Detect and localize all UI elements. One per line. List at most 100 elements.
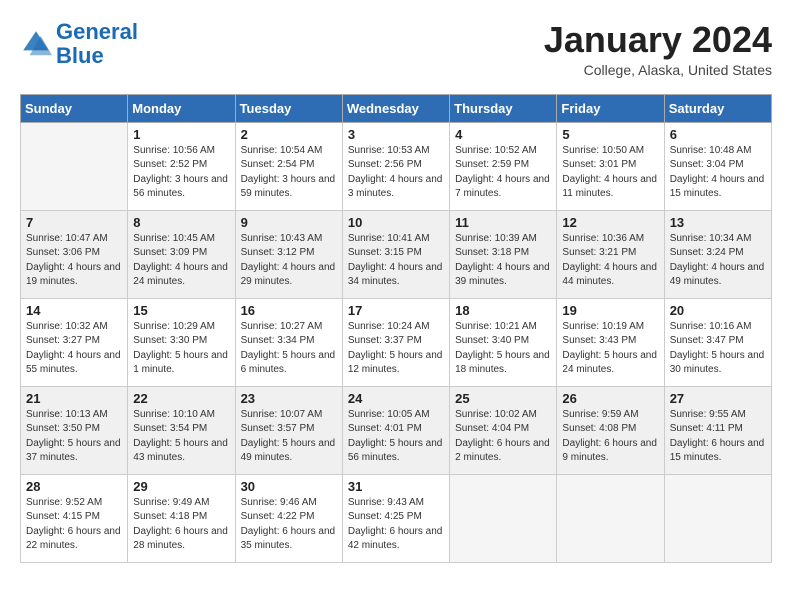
calendar-week-row: 14 Sunrise: 10:32 AMSunset: 3:27 PMDaylig… (21, 298, 772, 386)
weekday-header-monday: Monday (128, 94, 235, 122)
day-info: Sunrise: 10:50 AMSunset: 3:01 PMDaylight… (562, 144, 658, 202)
day-info: Sunrise: 10:13 AMSunset: 3:50 PMDaylight… (26, 408, 122, 466)
calendar-day-cell: 12 Sunrise: 10:36 AMSunset: 3:21 PMDaylig… (557, 210, 664, 298)
calendar-day-cell: 31 Sunrise: 9:43 AMSunset: 4:25 PMDayligh… (342, 474, 449, 562)
calendar-day-cell: 4 Sunrise: 10:52 AMSunset: 2:59 PMDayligh… (450, 122, 557, 210)
day-info: Sunrise: 10:02 AMSunset: 4:04 PMDaylight… (455, 408, 551, 466)
day-number: 7 (26, 215, 122, 230)
logo-icon (20, 28, 52, 60)
weekday-header-wednesday: Wednesday (342, 94, 449, 122)
day-number: 12 (562, 215, 658, 230)
calendar-day-cell: 13 Sunrise: 10:34 AMSunset: 3:24 PMDaylig… (664, 210, 771, 298)
calendar-day-cell: 10 Sunrise: 10:41 AMSunset: 3:15 PMDaylig… (342, 210, 449, 298)
calendar-day-cell: 16 Sunrise: 10:27 AMSunset: 3:34 PMDaylig… (235, 298, 342, 386)
location-subtitle: College, Alaska, United States (544, 62, 772, 78)
day-number: 28 (26, 479, 122, 494)
day-number: 6 (670, 127, 766, 142)
day-info: Sunrise: 9:52 AMSunset: 4:15 PMDaylight:… (26, 496, 122, 554)
day-number: 13 (670, 215, 766, 230)
day-number: 20 (670, 303, 766, 318)
calendar-day-cell: 1 Sunrise: 10:56 AMSunset: 2:52 PMDayligh… (128, 122, 235, 210)
day-info: Sunrise: 10:07 AMSunset: 3:57 PMDaylight… (241, 408, 337, 466)
day-info: Sunrise: 10:48 AMSunset: 3:04 PMDaylight… (670, 144, 766, 202)
day-number: 19 (562, 303, 658, 318)
day-number: 25 (455, 391, 551, 406)
calendar-day-cell: 22Sunrise: 10:10 AMSunset: 3:54 PMDaylig… (128, 386, 235, 474)
calendar-day-cell: 21 Sunrise: 10:13 AMSunset: 3:50 PMDaylig… (21, 386, 128, 474)
calendar-day-cell: 20Sunrise: 10:16 AMSunset: 3:47 PMDaylig… (664, 298, 771, 386)
calendar-week-row: 7Sunrise: 10:47 AMSunset: 3:06 PMDayligh… (21, 210, 772, 298)
logo-blue: Blue (56, 43, 104, 68)
day-number: 3 (348, 127, 444, 142)
day-number: 29 (133, 479, 229, 494)
day-info: Sunrise: 10:43 AMSunset: 3:12 PMDaylight… (241, 232, 337, 290)
weekday-header-row: SundayMondayTuesdayWednesdayThursdayFrid… (21, 94, 772, 122)
day-number: 10 (348, 215, 444, 230)
day-info: Sunrise: 10:24 AMSunset: 3:37 PMDaylight… (348, 320, 444, 378)
calendar-day-cell (21, 122, 128, 210)
calendar-day-cell (664, 474, 771, 562)
logo-text: General Blue (56, 20, 138, 68)
day-number: 27 (670, 391, 766, 406)
calendar-day-cell: 2 Sunrise: 10:54 AMSunset: 2:54 PMDayligh… (235, 122, 342, 210)
day-number: 14 (26, 303, 122, 318)
calendar-day-cell: 15Sunrise: 10:29 AMSunset: 3:30 PMDaylig… (128, 298, 235, 386)
day-number: 11 (455, 215, 551, 230)
calendar-day-cell: 28 Sunrise: 9:52 AMSunset: 4:15 PMDayligh… (21, 474, 128, 562)
calendar-week-row: 28 Sunrise: 9:52 AMSunset: 4:15 PMDayligh… (21, 474, 772, 562)
calendar-week-row: 1 Sunrise: 10:56 AMSunset: 2:52 PMDayligh… (21, 122, 772, 210)
day-number: 9 (241, 215, 337, 230)
calendar-day-cell: 9 Sunrise: 10:43 AMSunset: 3:12 PMDayligh… (235, 210, 342, 298)
day-info: Sunrise: 10:32 AMSunset: 3:27 PMDaylight… (26, 320, 122, 378)
day-info: Sunrise: 10:36 AMSunset: 3:21 PMDaylight… (562, 232, 658, 290)
weekday-header-tuesday: Tuesday (235, 94, 342, 122)
weekday-header-friday: Friday (557, 94, 664, 122)
calendar-day-cell: 24Sunrise: 10:05 AMSunset: 4:01 PMDaylig… (342, 386, 449, 474)
day-info: Sunrise: 10:19 AMSunset: 3:43 PMDaylight… (562, 320, 658, 378)
day-info: Sunrise: 10:21 AMSunset: 3:40 PMDaylight… (455, 320, 551, 378)
day-info: Sunrise: 10:29 AMSunset: 3:30 PMDaylight… (133, 320, 229, 378)
day-number: 1 (133, 127, 229, 142)
calendar-day-cell: 14 Sunrise: 10:32 AMSunset: 3:27 PMDaylig… (21, 298, 128, 386)
calendar-table: SundayMondayTuesdayWednesdayThursdayFrid… (20, 94, 772, 563)
logo: General Blue (20, 20, 138, 68)
day-info: Sunrise: 9:49 AMSunset: 4:18 PMDaylight:… (133, 496, 229, 554)
day-number: 16 (241, 303, 337, 318)
weekday-header-thursday: Thursday (450, 94, 557, 122)
calendar-day-cell: 17 Sunrise: 10:24 AMSunset: 3:37 PMDaylig… (342, 298, 449, 386)
day-info: Sunrise: 10:54 AMSunset: 2:54 PMDaylight… (241, 144, 337, 202)
day-info: Sunrise: 9:46 AMSunset: 4:22 PMDaylight:… (241, 496, 337, 554)
day-info: Sunrise: 10:27 AMSunset: 3:34 PMDaylight… (241, 320, 337, 378)
day-info: Sunrise: 10:10 AMSunset: 3:54 PMDaylight… (133, 408, 229, 466)
day-number: 2 (241, 127, 337, 142)
calendar-day-cell: 5Sunrise: 10:50 AMSunset: 3:01 PMDayligh… (557, 122, 664, 210)
calendar-day-cell (557, 474, 664, 562)
day-number: 17 (348, 303, 444, 318)
day-number: 31 (348, 479, 444, 494)
day-number: 8 (133, 215, 229, 230)
day-number: 21 (26, 391, 122, 406)
day-info: Sunrise: 10:34 AMSunset: 3:24 PMDaylight… (670, 232, 766, 290)
day-number: 18 (455, 303, 551, 318)
day-info: Sunrise: 10:53 AMSunset: 2:56 PMDaylight… (348, 144, 444, 202)
day-info: Sunrise: 9:59 AMSunset: 4:08 PMDaylight:… (562, 408, 658, 466)
weekday-header-saturday: Saturday (664, 94, 771, 122)
calendar-day-cell: 8Sunrise: 10:45 AMSunset: 3:09 PMDayligh… (128, 210, 235, 298)
day-info: Sunrise: 9:55 AMSunset: 4:11 PMDaylight:… (670, 408, 766, 466)
calendar-day-cell: 30Sunrise: 9:46 AMSunset: 4:22 PMDayligh… (235, 474, 342, 562)
calendar-day-cell: 23 Sunrise: 10:07 AMSunset: 3:57 PMDaylig… (235, 386, 342, 474)
calendar-day-cell: 25 Sunrise: 10:02 AMSunset: 4:04 PMDaylig… (450, 386, 557, 474)
day-info: Sunrise: 10:41 AMSunset: 3:15 PMDaylight… (348, 232, 444, 290)
day-info: Sunrise: 9:43 AMSunset: 4:25 PMDaylight:… (348, 496, 444, 554)
calendar-day-cell: 29 Sunrise: 9:49 AMSunset: 4:18 PMDayligh… (128, 474, 235, 562)
calendar-day-cell: 18 Sunrise: 10:21 AMSunset: 3:40 PMDaylig… (450, 298, 557, 386)
day-number: 23 (241, 391, 337, 406)
day-info: Sunrise: 10:56 AMSunset: 2:52 PMDaylight… (133, 144, 229, 202)
day-info: Sunrise: 10:52 AMSunset: 2:59 PMDaylight… (455, 144, 551, 202)
title-block: January 2024 College, Alaska, United Sta… (544, 20, 772, 78)
day-info: Sunrise: 10:39 AMSunset: 3:18 PMDaylight… (455, 232, 551, 290)
calendar-day-cell: 26Sunrise: 9:59 AMSunset: 4:08 PMDayligh… (557, 386, 664, 474)
day-number: 4 (455, 127, 551, 142)
calendar-day-cell (450, 474, 557, 562)
calendar-day-cell: 19 Sunrise: 10:19 AMSunset: 3:43 PMDaylig… (557, 298, 664, 386)
